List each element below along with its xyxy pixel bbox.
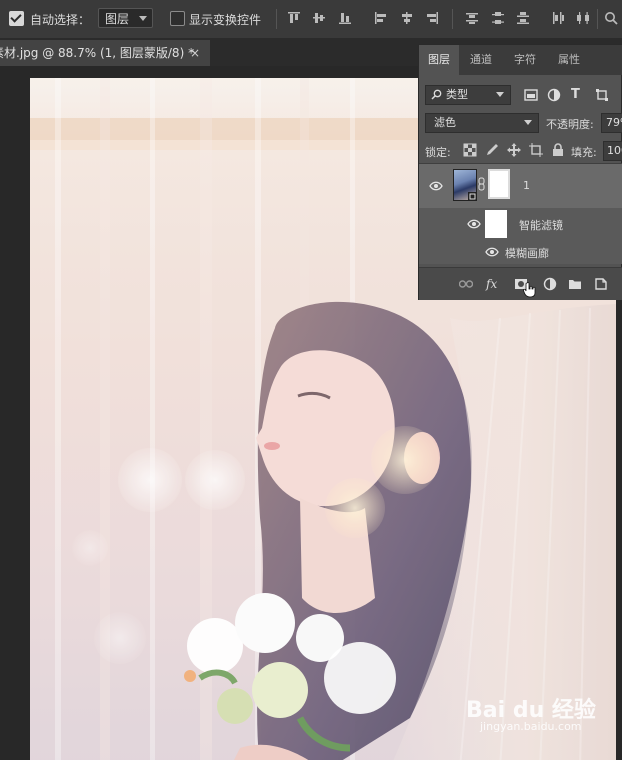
- toolbar-divider: [597, 9, 598, 29]
- distribute-left-icon[interactable]: [551, 11, 565, 25]
- eye-icon[interactable]: [467, 219, 481, 229]
- auto-select-label: 自动选择：: [30, 13, 91, 27]
- options-bar: 自动选择： 图层 显示变换控件: [0, 0, 622, 39]
- new-layer-icon[interactable]: [594, 277, 608, 291]
- lock-artboard-icon[interactable]: [529, 143, 543, 157]
- tab-layers[interactable]: 图层: [419, 45, 459, 75]
- search-icon: [431, 89, 442, 100]
- shape-filter-icon[interactable]: [595, 88, 609, 102]
- layer-mask-thumbnail[interactable]: [488, 169, 510, 199]
- distribute-bottom-icon[interactable]: [516, 11, 530, 25]
- adjustment-layer-icon[interactable]: [543, 277, 557, 291]
- hand-cursor-icon: [523, 282, 536, 298]
- search-icon[interactable]: [604, 11, 618, 25]
- layer-name[interactable]: 1: [523, 179, 530, 192]
- show-transform-checkbox[interactable]: [170, 11, 185, 26]
- align-top-edges-icon[interactable]: [287, 11, 301, 25]
- align-vertical-centers-icon[interactable]: [312, 11, 326, 25]
- show-transform-label: 显示变换控件: [189, 13, 262, 27]
- tab-channels[interactable]: 通道: [461, 45, 501, 75]
- auto-select-target-dropdown[interactable]: 图层: [98, 8, 153, 28]
- align-right-edges-icon[interactable]: [425, 11, 439, 25]
- lock-image-pixels-icon[interactable]: [485, 143, 499, 157]
- smart-object-icon: [468, 192, 477, 201]
- tab-properties[interactable]: 属性: [549, 45, 589, 75]
- distribute-top-icon[interactable]: [465, 11, 479, 25]
- layer-row[interactable]: 1: [419, 164, 622, 208]
- watermark: Bai du 经验 jingyan.baidu.com: [466, 692, 596, 733]
- watermark-url: jingyan.baidu.com: [480, 720, 582, 733]
- distribute-vertical-centers-icon[interactable]: [491, 11, 505, 25]
- lock-transparent-pixels-icon[interactable]: [463, 143, 477, 157]
- eye-icon[interactable]: [485, 247, 499, 257]
- tab-character[interactable]: 字符: [505, 45, 545, 75]
- layer-filter-value: 类型: [446, 88, 468, 101]
- filter-row[interactable]: 模糊画廊: [419, 240, 622, 264]
- lock-all-icon[interactable]: [551, 143, 565, 157]
- smart-filters-row[interactable]: 智能滤镜: [419, 208, 622, 240]
- opacity-label: 不透明度:: [546, 118, 594, 131]
- toolbar-divider: [452, 9, 453, 29]
- align-horizontal-centers-icon[interactable]: [400, 11, 414, 25]
- close-icon[interactable]: ×: [190, 40, 200, 66]
- chevron-down-icon: [139, 16, 147, 21]
- image-filter-icon[interactable]: [524, 88, 538, 102]
- filter-name: 模糊画廊: [505, 247, 549, 260]
- lock-label: 锁定:: [425, 146, 451, 159]
- auto-select-target-value: 图层: [105, 12, 130, 26]
- layer-thumbnail[interactable]: [453, 169, 477, 201]
- toolbar-divider: [276, 9, 277, 29]
- panel-tabs: 图层 通道 字符 属性: [419, 45, 622, 75]
- opacity-value: 79%: [606, 116, 622, 129]
- distribute-horizontal-centers-icon[interactable]: [576, 11, 590, 25]
- layer-filter-dropdown[interactable]: 类型: [425, 85, 511, 105]
- blend-mode-value: 滤色: [434, 116, 456, 129]
- opacity-input[interactable]: 79%: [601, 113, 622, 133]
- fx-icon[interactable]: fx: [486, 277, 497, 291]
- blend-mode-dropdown[interactable]: 滤色: [425, 113, 539, 133]
- link-icon[interactable]: [459, 277, 473, 291]
- document-tab[interactable]: 素材.jpg @ 88.7% (1, 图层蒙版/8) * ×: [0, 40, 210, 66]
- chevron-down-icon: [496, 92, 504, 97]
- chevron-down-icon: [524, 120, 532, 125]
- eye-icon[interactable]: [429, 181, 443, 191]
- type-filter-icon[interactable]: T: [571, 87, 580, 102]
- auto-select-checkbox[interactable]: [9, 11, 24, 26]
- smart-filter-mask-thumbnail[interactable]: [485, 210, 507, 238]
- folder-icon[interactable]: [568, 277, 582, 291]
- document-tab-title: 素材.jpg @ 88.7% (1, 图层蒙版/8) *: [0, 46, 195, 60]
- align-left-edges-icon[interactable]: [374, 11, 388, 25]
- layers-panel: 图层 通道 字符 属性 类型 T 滤色 不透明度: 79% 锁定: 填充: 10…: [418, 44, 622, 300]
- fill-value: 100: [607, 144, 622, 157]
- chain-link-icon[interactable]: [478, 177, 485, 191]
- lock-position-icon[interactable]: [507, 143, 521, 157]
- layers-panel-footer: fx: [419, 267, 622, 300]
- fill-label: 填充:: [571, 146, 597, 159]
- smart-filters-label: 智能滤镜: [519, 219, 563, 232]
- adjustment-filter-icon[interactable]: [547, 88, 561, 102]
- align-bottom-edges-icon[interactable]: [338, 11, 352, 25]
- fill-input[interactable]: 100: [603, 141, 622, 161]
